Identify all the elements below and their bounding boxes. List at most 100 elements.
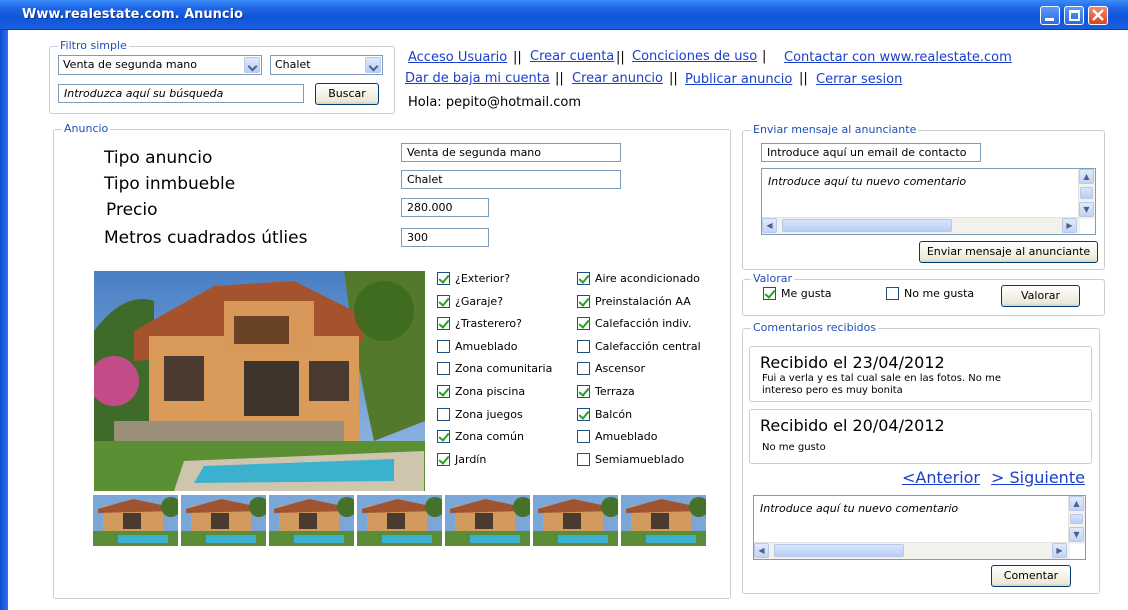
feature-checkbox[interactable]: Preinstalación AA xyxy=(577,294,691,308)
property-type-field[interactable]: Chalet xyxy=(401,170,621,189)
feature-checkbox[interactable]: Terraza xyxy=(577,385,635,398)
link-unsubscribe[interactable]: Dar de baja mi cuenta xyxy=(405,71,550,86)
comment-body: No me gusto xyxy=(762,442,826,453)
feature-checkbox[interactable]: Zona común xyxy=(437,430,524,444)
feature-checkbox[interactable]: Zona piscina xyxy=(437,385,525,398)
send-message-button[interactable]: Enviar mensaje al anunciante xyxy=(919,241,1098,263)
checkbox-icon[interactable] xyxy=(437,294,450,308)
vertical-scrollbar[interactable]: ▲ ▼ xyxy=(1078,169,1095,219)
link-create-ad[interactable]: Crear anuncio xyxy=(572,71,663,86)
message-textarea[interactable]: Introduce aquí tu nuevo comentario ▲ ▼ ◀… xyxy=(761,168,1096,235)
thumbnail-photo[interactable] xyxy=(621,495,706,546)
checkbox-icon[interactable] xyxy=(437,430,450,444)
horizontal-scrollbar[interactable]: ◀ ▶ xyxy=(754,542,1070,559)
price-field[interactable]: 280.000 xyxy=(401,198,489,217)
search-input[interactable]: Introduzca aquí su búsqueda xyxy=(58,84,304,103)
vertical-scrollbar[interactable]: ▲ ▼ xyxy=(1068,496,1085,544)
thumbnail-photo[interactable] xyxy=(269,495,354,546)
checkbox-icon[interactable] xyxy=(577,452,590,466)
new-comment-textarea[interactable]: Introduce aquí tu nuevo comentario ▲ ▼ ◀… xyxy=(753,495,1086,560)
scroll-left-icon[interactable]: ◀ xyxy=(762,218,777,233)
feature-checkbox[interactable]: Ascensor xyxy=(577,362,645,376)
checkbox-icon[interactable] xyxy=(437,452,450,466)
checkbox-icon[interactable] xyxy=(577,339,590,353)
label-property-type: Tipo inmbueble xyxy=(104,174,236,194)
area-field[interactable]: 300 xyxy=(401,228,489,247)
property-type-select[interactable]: Chalet xyxy=(270,55,383,75)
checkbox-icon[interactable] xyxy=(577,272,590,285)
link-create-account[interactable]: Crear cuenta xyxy=(530,49,614,64)
scroll-thumb[interactable] xyxy=(1080,187,1093,199)
checkbox-icon[interactable] xyxy=(577,430,590,444)
link-terms[interactable]: Conciciones de uso xyxy=(632,49,757,64)
feature-checkbox[interactable]: Calefacción central xyxy=(577,339,701,353)
checkbox-icon[interactable] xyxy=(763,287,776,300)
checkbox-icon[interactable] xyxy=(577,362,590,376)
window-title: Www.realestate.com. Anuncio xyxy=(22,7,243,22)
feature-checkbox[interactable]: ¿Trasterero? xyxy=(437,317,522,331)
checkbox-icon[interactable] xyxy=(437,362,450,376)
ad-type-select[interactable]: Venta de segunda mano xyxy=(58,55,262,75)
maximize-icon[interactable] xyxy=(1064,6,1084,25)
scroll-up-icon[interactable]: ▲ xyxy=(1069,496,1084,511)
rate-button[interactable]: Valorar xyxy=(1001,285,1080,307)
checkbox-icon[interactable] xyxy=(437,272,450,285)
checkbox-icon[interactable] xyxy=(577,294,590,308)
feature-checkbox[interactable]: ¿Exterior? xyxy=(437,272,510,285)
scroll-right-icon[interactable]: ▶ xyxy=(1052,543,1067,558)
thumbnail-photo[interactable] xyxy=(93,495,178,546)
feature-checkbox[interactable]: Zona comunitaria xyxy=(437,362,553,376)
checkbox-icon[interactable] xyxy=(437,339,450,353)
scroll-thumb[interactable] xyxy=(782,219,952,232)
feature-checkbox[interactable]: Aire acondicionado xyxy=(577,272,700,285)
scroll-down-icon[interactable]: ▼ xyxy=(1079,202,1094,217)
thumbnail-photo[interactable] xyxy=(357,495,442,546)
chevron-down-icon[interactable] xyxy=(244,57,260,73)
link-publish-ad[interactable]: Publicar anuncio xyxy=(685,72,792,87)
like-checkbox[interactable]: Me gusta xyxy=(763,287,832,300)
link-logout[interactable]: Cerrar sesion xyxy=(816,72,902,87)
feature-checkbox[interactable]: Amueblado xyxy=(437,339,517,353)
feature-checkbox[interactable]: Balcón xyxy=(577,407,632,421)
checkbox-icon[interactable] xyxy=(437,317,450,331)
label-area: Metros cuadrados útlies xyxy=(104,228,308,248)
chevron-down-icon[interactable] xyxy=(365,57,381,73)
scroll-down-icon[interactable]: ▼ xyxy=(1069,527,1084,542)
comment-button[interactable]: Comentar xyxy=(991,565,1071,587)
feature-label: Zona comunitaria xyxy=(455,362,553,376)
previous-link[interactable]: <Anterior xyxy=(902,468,980,487)
checkbox-icon[interactable] xyxy=(577,407,590,421)
checkbox-icon[interactable] xyxy=(886,287,899,300)
comment-body: intereso pero es muy bonita xyxy=(762,385,903,396)
checkbox-icon[interactable] xyxy=(577,317,590,331)
ad-type-field[interactable]: Venta de segunda mano xyxy=(401,143,621,162)
link-user-access[interactable]: Acceso Usuario xyxy=(408,50,507,65)
search-button[interactable]: Buscar xyxy=(315,83,379,105)
checkbox-icon[interactable] xyxy=(437,385,450,398)
feature-checkbox[interactable]: Calefacción indiv. xyxy=(577,317,691,331)
dislike-checkbox[interactable]: No me gusta xyxy=(886,287,974,300)
scroll-up-icon[interactable]: ▲ xyxy=(1079,169,1094,184)
new-comment-placeholder: Introduce aquí tu nuevo comentario xyxy=(760,502,959,515)
checkbox-icon[interactable] xyxy=(437,407,450,421)
thumbnail-photo[interactable] xyxy=(445,495,530,546)
scroll-right-icon[interactable]: ▶ xyxy=(1062,218,1077,233)
next-link[interactable]: > Siguiente xyxy=(991,468,1085,487)
scroll-thumb[interactable] xyxy=(774,544,904,557)
contact-email-input[interactable]: Introduce aquí un email de contacto xyxy=(761,143,981,162)
scroll-left-icon[interactable]: ◀ xyxy=(754,543,769,558)
feature-checkbox[interactable]: Semiamueblado xyxy=(577,452,684,466)
feature-checkbox[interactable]: Amueblado xyxy=(577,430,657,444)
minimize-icon[interactable] xyxy=(1040,6,1060,25)
thumbnail-photo[interactable] xyxy=(181,495,266,546)
feature-checkbox[interactable]: Jardín xyxy=(437,452,486,466)
link-contact[interactable]: Contactar con www.realestate.com xyxy=(784,50,1012,65)
horizontal-scrollbar[interactable]: ◀ ▶ xyxy=(762,217,1080,234)
feature-checkbox[interactable]: ¿Garaje? xyxy=(437,294,503,308)
scroll-thumb[interactable] xyxy=(1070,514,1083,524)
close-icon[interactable] xyxy=(1088,6,1108,25)
thumbnail-photo[interactable] xyxy=(533,495,618,546)
checkbox-icon[interactable] xyxy=(577,385,590,398)
feature-checkbox[interactable]: Zona juegos xyxy=(437,407,523,421)
feature-label: ¿Exterior? xyxy=(455,272,511,285)
